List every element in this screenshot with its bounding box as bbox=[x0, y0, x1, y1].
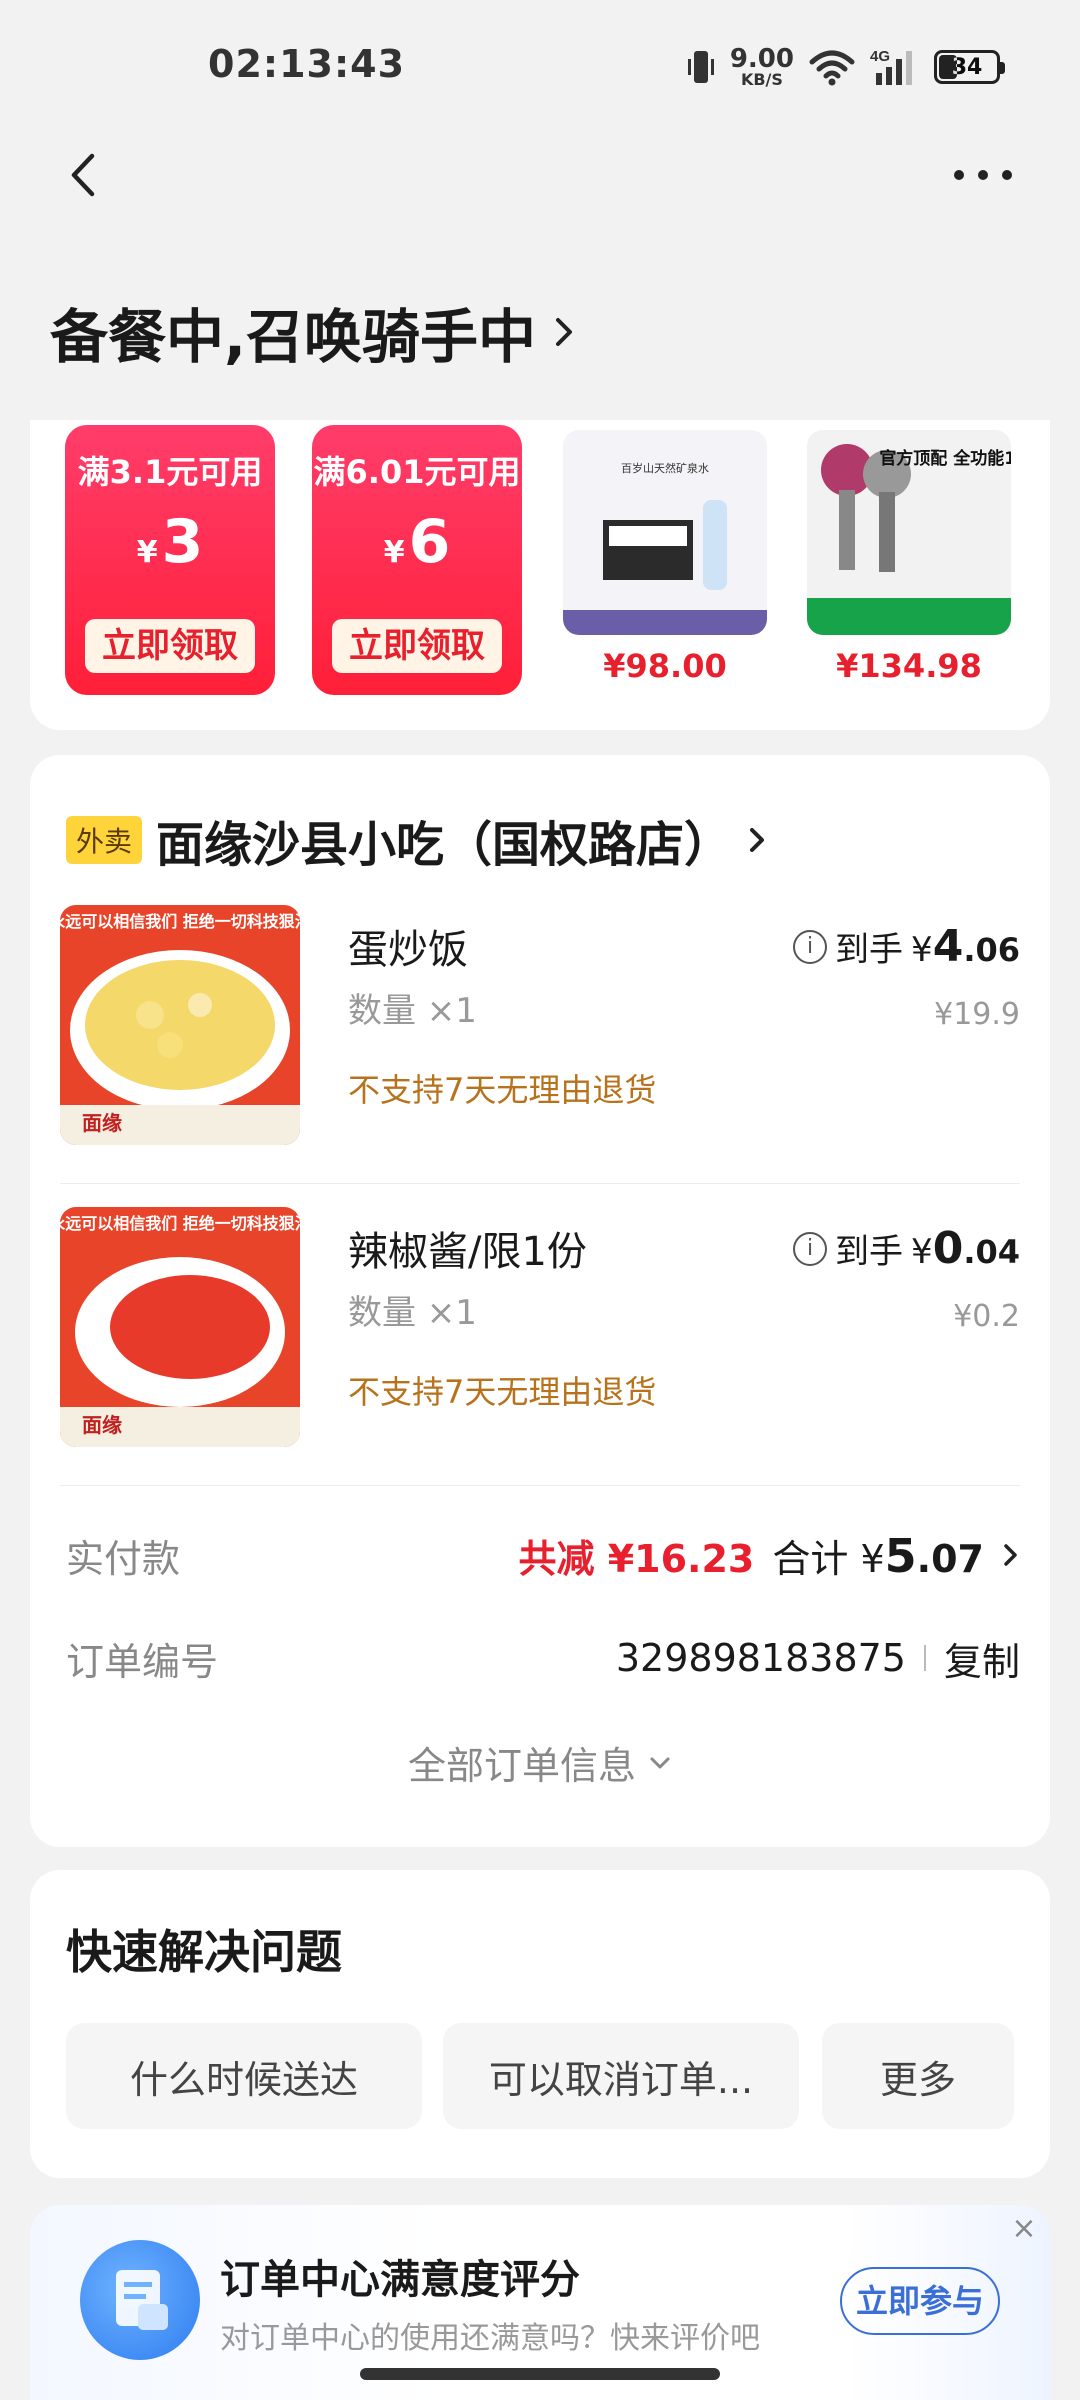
item-quantity: 数量 ×1 bbox=[348, 1293, 477, 1333]
order-card: 外卖 面缘沙县小吃（国权路店） 永远可以相信我们 拒绝一切科技狠活 面缘 蛋炒饭… bbox=[30, 755, 1050, 1847]
svg-text:面缘: 面缘 bbox=[82, 1111, 122, 1135]
product-price: ¥134.98 bbox=[836, 647, 982, 685]
info-icon[interactable]: i bbox=[793, 929, 828, 964]
claim-coupon-button[interactable]: 立即领取 bbox=[85, 619, 255, 673]
quick-solve-title: 快速解决问题 bbox=[66, 1925, 342, 1979]
shop-header[interactable]: 外卖 面缘沙县小吃（国权路店） bbox=[66, 805, 770, 875]
info-icon[interactable]: i bbox=[793, 1231, 828, 1266]
coupon-condition: 满3.1元可用 bbox=[77, 453, 263, 491]
coupon-amount: ¥6 bbox=[383, 507, 451, 577]
order-number-row: 订单编号 329898183875 复制 bbox=[66, 1623, 1020, 1693]
document-icon bbox=[80, 2240, 200, 2360]
svg-text:永远可以相信我们 拒绝一切科技狠活: 永远可以相信我们 拒绝一切科技狠活 bbox=[60, 912, 300, 931]
coupon-card[interactable]: 满6.01元可用 ¥6 立即领取 bbox=[312, 425, 522, 695]
product-price: ¥98.00 bbox=[603, 647, 727, 685]
return-policy: 不支持7天无理由退货 bbox=[348, 1373, 657, 1411]
promo-product[interactable]: 官方顶配 全功能1:1 ¥134.98 bbox=[807, 430, 1011, 685]
quick-solve-card: 快速解决问题 什么时候送达 可以取消订单... 更多 bbox=[30, 1870, 1050, 2178]
net-speed: 9.00 KB/S bbox=[729, 44, 794, 89]
svg-text:官方顶配 全功能1:1: 官方顶配 全功能1:1 bbox=[879, 448, 1011, 469]
status-bar: 02:13:43 9.00 KB/S 4G 34 bbox=[0, 0, 1080, 130]
payment-row[interactable]: 实付款 共减 ¥16.23 合计 ¥5.07 bbox=[66, 1520, 1020, 1590]
more-button[interactable] bbox=[954, 170, 1024, 190]
chevron-right-icon bbox=[750, 828, 765, 852]
divider bbox=[60, 1183, 1020, 1184]
item-name: 辣椒酱/限1份 bbox=[348, 1229, 587, 1275]
chevron-down-icon bbox=[650, 1757, 670, 1768]
signal-icon: 4G bbox=[870, 48, 912, 85]
chevron-left-icon bbox=[71, 153, 95, 197]
quick-question-button[interactable]: 可以取消订单... bbox=[443, 2023, 799, 2129]
item-quantity: 数量 ×1 bbox=[348, 991, 477, 1031]
product-image: 百岁山天然矿泉水 bbox=[563, 430, 767, 635]
claim-coupon-button[interactable]: 立即领取 bbox=[332, 619, 502, 673]
coupon-condition: 满6.01元可用 bbox=[313, 453, 521, 491]
item-image: 永远可以相信我们 拒绝一切科技狠活 面缘 bbox=[60, 905, 300, 1145]
home-indicator[interactable] bbox=[360, 2368, 720, 2380]
shop-name: 面缘沙县小吃（国权路店） bbox=[156, 817, 733, 873]
quick-question-button[interactable]: 什么时候送达 bbox=[66, 2023, 422, 2129]
survey-title: 订单中心满意度评分 bbox=[220, 2257, 580, 2303]
promo-product[interactable]: 百岁山天然矿泉水 ¥98.00 bbox=[563, 430, 767, 685]
promo-card: 满3.1元可用 ¥3 立即领取 满6.01元可用 ¥6 立即领取 百岁山天然矿泉… bbox=[30, 420, 1050, 730]
battery-icon: 34 bbox=[934, 50, 1005, 84]
all-order-info-button[interactable]: 全部订单信息 bbox=[30, 1735, 1050, 1790]
order-item[interactable]: 永远可以相信我们 拒绝一切科技狠活 面缘 蛋炒饭 数量 ×1 不支持7天无理由退… bbox=[60, 905, 1020, 1165]
chevron-right-icon bbox=[556, 318, 573, 346]
vibrate-icon bbox=[687, 51, 714, 83]
order-status-text: 备餐中,召唤骑手中 bbox=[50, 303, 537, 371]
order-item[interactable]: 永远可以相信我们 拒绝一切科技狠活 面缘 辣椒酱/限1份 数量 ×1 不支持7天… bbox=[60, 1207, 1020, 1467]
delivery-tag: 外卖 bbox=[66, 816, 143, 864]
discount-total: 共减 ¥16.23 bbox=[518, 1536, 755, 1581]
join-survey-button[interactable]: 立即参与 bbox=[840, 2267, 1000, 2335]
payment-label: 实付款 bbox=[66, 1536, 181, 1581]
svg-text:永远可以相信我们 拒绝一切科技狠活: 永远可以相信我们 拒绝一切科技狠活 bbox=[60, 1214, 300, 1233]
item-image: 永远可以相信我们 拒绝一切科技狠活 面缘 bbox=[60, 1207, 300, 1447]
item-original-price: ¥0.2 bbox=[953, 1299, 1020, 1334]
svg-text:面缘: 面缘 bbox=[82, 1413, 122, 1437]
item-final-price: i 到手 ¥4.06 bbox=[793, 921, 1020, 972]
payment-total: 合计 ¥5.07 bbox=[772, 1528, 984, 1583]
item-name: 蛋炒饭 bbox=[348, 927, 468, 973]
back-button[interactable] bbox=[60, 150, 110, 200]
survey-subtitle: 对订单中心的使用还满意吗？快来评价吧 bbox=[220, 2321, 760, 2356]
chevron-right-icon bbox=[1004, 1544, 1017, 1566]
item-original-price: ¥19.9 bbox=[934, 997, 1020, 1032]
network-type-label: 4G bbox=[870, 48, 890, 65]
coupon-amount: ¥3 bbox=[136, 507, 204, 577]
product-image: 官方顶配 全功能1:1 bbox=[807, 430, 1011, 635]
wifi-icon bbox=[809, 50, 855, 86]
order-status-title[interactable]: 备餐中,召唤骑手中 bbox=[50, 290, 576, 374]
more-dots-icon bbox=[954, 170, 964, 180]
order-number-value: 329898183875 bbox=[615, 1636, 906, 1680]
more-questions-button[interactable]: 更多 bbox=[822, 2023, 1014, 2129]
copy-button[interactable]: 复制 bbox=[944, 1631, 1020, 1686]
svg-text:百岁山天然矿泉水: 百岁山天然矿泉水 bbox=[621, 461, 709, 475]
coupon-card[interactable]: 满3.1元可用 ¥3 立即领取 bbox=[65, 425, 275, 695]
item-final-price: i 到手 ¥0.04 bbox=[793, 1223, 1020, 1274]
status-icons: 9.00 KB/S 4G 34 bbox=[686, 42, 1005, 92]
divider bbox=[923, 1645, 926, 1671]
battery-level: 34 bbox=[951, 54, 983, 80]
close-icon[interactable]: × bbox=[1004, 2209, 1044, 2249]
return-policy: 不支持7天无理由退货 bbox=[348, 1071, 657, 1109]
status-time: 02:13:43 bbox=[208, 42, 406, 86]
order-number-label: 订单编号 bbox=[66, 1639, 219, 1684]
divider bbox=[60, 1485, 1020, 1486]
